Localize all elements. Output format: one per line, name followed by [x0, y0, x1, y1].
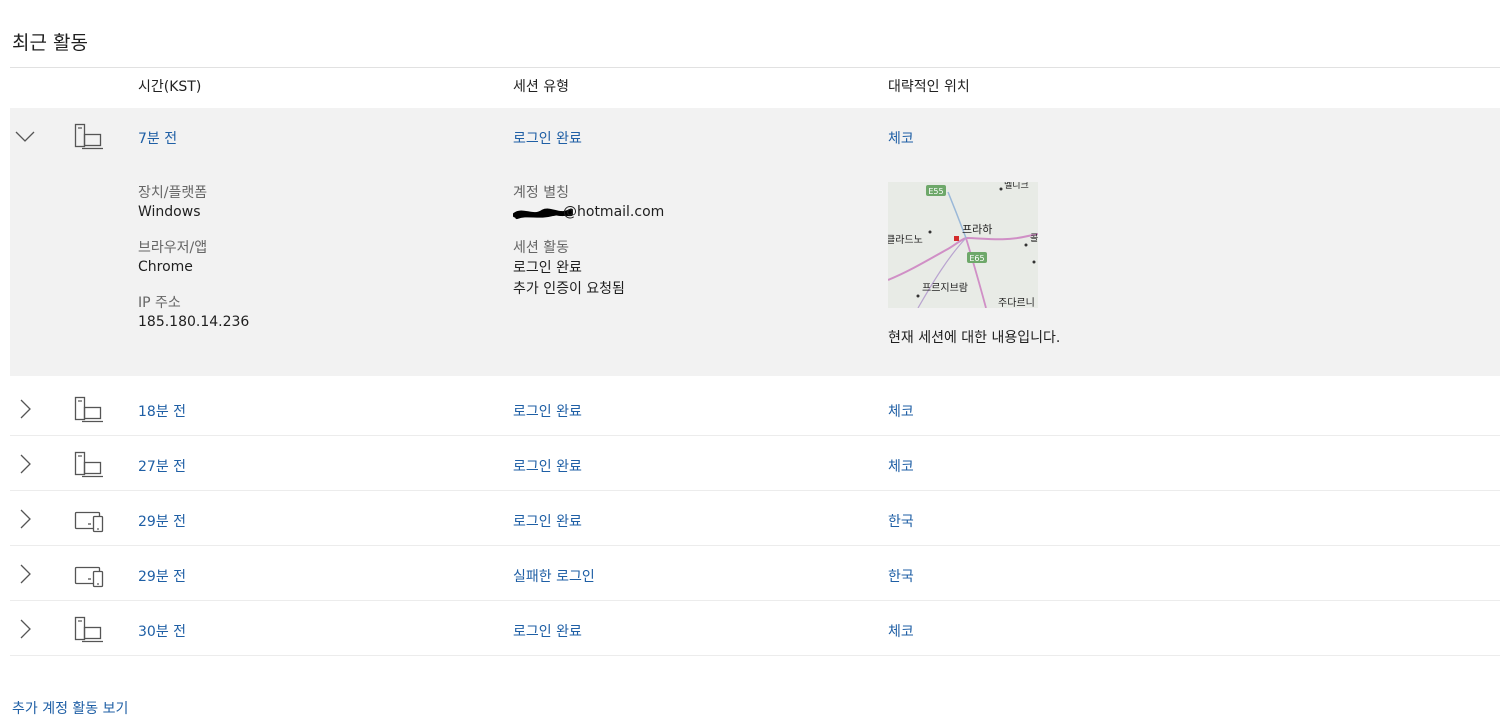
- activity-row[interactable]: 29분 전 실패한 로그인 한국: [10, 546, 1500, 601]
- chevron-right-icon[interactable]: [14, 509, 36, 529]
- session-activity-line2: 추가 인증이 요청됨: [513, 281, 625, 297]
- row-location[interactable]: 체코: [888, 401, 914, 421]
- desktop-pc-icon: [74, 396, 103, 423]
- session-activity-line1: 로그인 완료: [513, 260, 582, 276]
- browser-app-value: Chrome: [138, 259, 193, 275]
- map-town-label: 멜니크: [1004, 182, 1029, 191]
- row-time-link[interactable]: 18분 전: [138, 401, 186, 421]
- map-town-label: 콜: [1030, 233, 1038, 244]
- row-location[interactable]: 체코: [888, 128, 914, 148]
- column-header-location: 대략적인 위치: [888, 79, 970, 95]
- account-alias-label: 계정 별칭: [513, 185, 569, 201]
- row-session-type[interactable]: 로그인 완료: [513, 401, 582, 421]
- map-caption: 현재 세션에 대한 내용입니다.: [888, 330, 1061, 346]
- ip-address-label: IP 주소: [138, 295, 181, 311]
- desktop-pc-icon: [74, 123, 103, 150]
- row-time-link[interactable]: 30분 전: [138, 621, 186, 641]
- row-location[interactable]: 체코: [888, 456, 914, 476]
- chevron-right-icon[interactable]: [14, 619, 36, 639]
- map-city-label: 프라하: [962, 222, 992, 236]
- account-alias-value: @hotmail.com: [563, 204, 665, 220]
- ip-address-value: 185.180.14.236: [138, 314, 250, 330]
- column-header-time: 시간(KST): [138, 79, 202, 95]
- chevron-right-icon[interactable]: [14, 399, 36, 419]
- activity-row[interactable]: 27분 전 로그인 완료 체코: [10, 436, 1500, 491]
- activity-row[interactable]: 29분 전 로그인 완료 한국: [10, 491, 1500, 546]
- divider: [10, 67, 1500, 68]
- activity-row[interactable]: 18분 전 로그인 완료 체코: [10, 381, 1500, 436]
- row-session-type[interactable]: 로그인 완료: [513, 128, 582, 148]
- map-town-label: 주다르니: [998, 297, 1035, 308]
- row-time-link[interactable]: 27분 전: [138, 456, 186, 476]
- device-platform-value: Windows: [138, 204, 201, 220]
- row-session-type[interactable]: 로그인 완료: [513, 511, 582, 531]
- session-activity-label: 세션 활동: [513, 240, 569, 256]
- row-session-type[interactable]: 로그인 완료: [513, 621, 582, 641]
- device-platform-label: 장치/플랫폼: [138, 185, 208, 201]
- map-town-label: 클라드노: [888, 234, 923, 246]
- row-time-link[interactable]: 7분 전: [138, 128, 177, 148]
- desktop-pc-icon: [74, 451, 103, 478]
- browser-app-label: 브라우저/앱: [138, 240, 208, 256]
- activity-row[interactable]: 7분 전 로그인 완료 체코: [10, 108, 1500, 163]
- row-location[interactable]: 체코: [888, 621, 914, 641]
- column-header-session-type: 세션 유형: [513, 79, 569, 95]
- row-session-type[interactable]: 실패한 로그인: [513, 566, 595, 586]
- activity-row[interactable]: 30분 전 로그인 완료 체코: [10, 601, 1500, 656]
- desktop-pc-icon: [74, 616, 103, 643]
- page-title: 최근 활동: [12, 32, 88, 54]
- row-location[interactable]: 한국: [888, 511, 914, 531]
- map-road-label: E65: [969, 254, 984, 263]
- chevron-right-icon[interactable]: [14, 454, 36, 474]
- row-time-link[interactable]: 29분 전: [138, 511, 186, 531]
- activity-detail-panel: 장치/플랫폼 Windows 브라우저/앱 Chrome IP 주소 185.1…: [10, 163, 1500, 376]
- row-location[interactable]: 한국: [888, 566, 914, 586]
- laptop-phone-icon: [74, 511, 104, 533]
- more-account-activity-link[interactable]: 추가 계정 활동 보기: [12, 698, 128, 718]
- map-town-label: 프르지브람: [922, 281, 968, 294]
- laptop-phone-icon: [74, 566, 104, 588]
- chevron-right-icon[interactable]: [14, 564, 36, 584]
- location-map: E55 E65 프라하 클라드노 프르지브람 주다르니 멜니크 콜: [888, 182, 1038, 308]
- row-session-type[interactable]: 로그인 완료: [513, 456, 582, 476]
- column-headers: 시간(KST) 세션 유형 대략적인 위치: [0, 76, 1501, 100]
- row-time-link[interactable]: 29분 전: [138, 566, 186, 586]
- map-road-label: E55: [928, 187, 943, 196]
- chevron-down-icon[interactable]: [14, 126, 36, 146]
